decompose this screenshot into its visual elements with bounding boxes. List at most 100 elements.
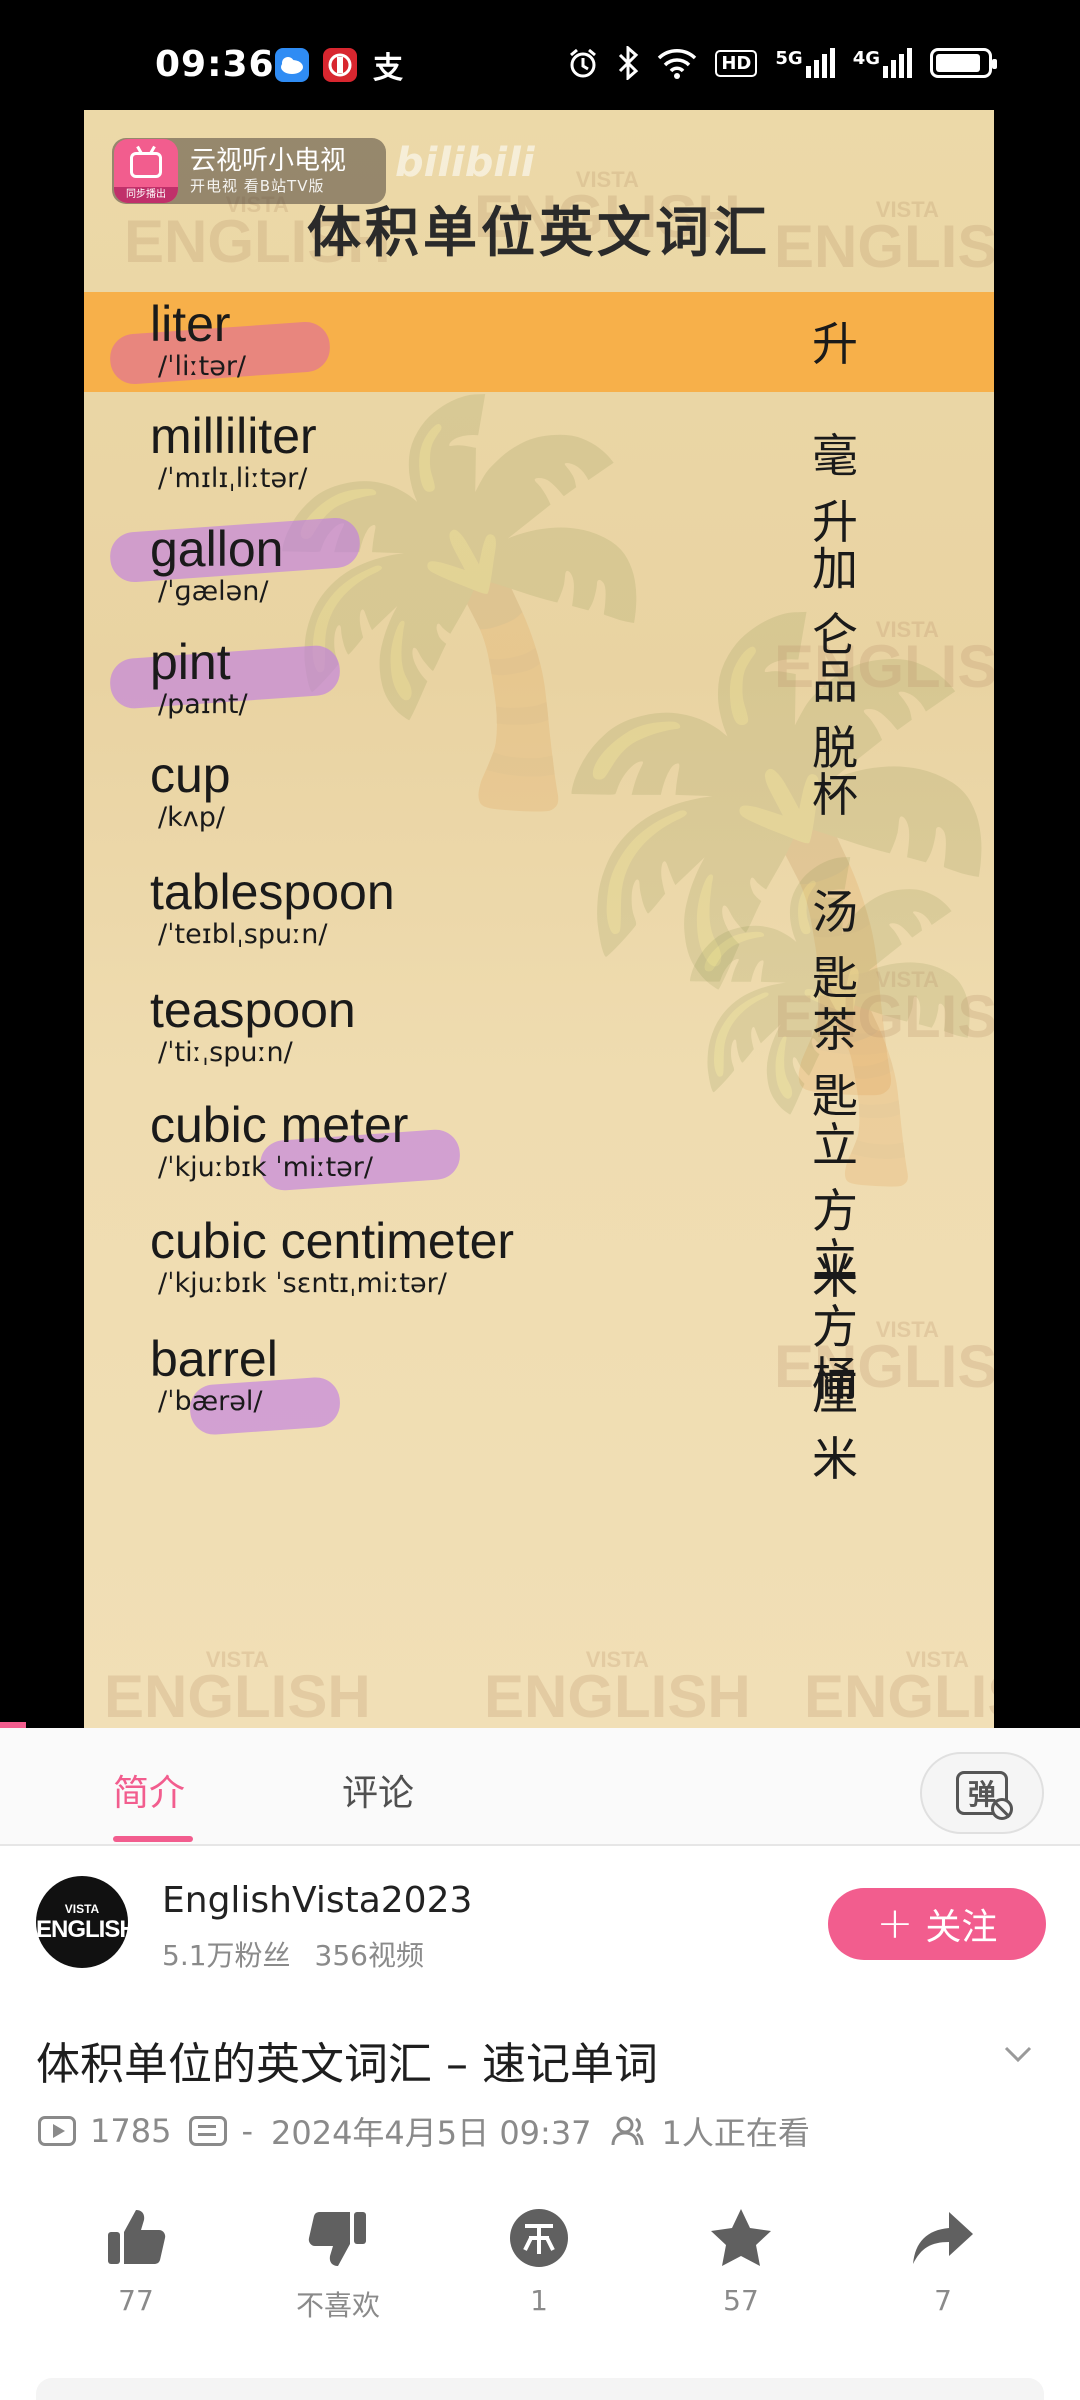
tv-cast-badge[interactable]: 同步播出 云视听小电视 开电视 看B站TV版 — [112, 138, 386, 204]
viewers-icon — [611, 2116, 644, 2146]
video-meta: 1785 - 2024年4月5日 09:37 1人正在看 — [38, 2108, 828, 2154]
publish-date: 2024年4月5日 09:37 — [270, 2114, 592, 2152]
danmaku-off-icon: 弹 — [956, 1771, 1013, 1820]
like-count: 77 — [118, 2284, 154, 2317]
play-count-icon — [38, 2116, 76, 2146]
dislike-button[interactable]: 不喜欢 — [268, 2206, 408, 2324]
vocab-phonetic: /ˈtiːˌspuːn/ — [158, 1037, 293, 1068]
bilibili-watermark: bilibili — [395, 140, 535, 186]
danmaku-count-icon — [189, 2116, 228, 2146]
vocab-phonetic: /ˈkjuːbɪk ˈmiːtər/ — [158, 1152, 373, 1183]
star-icon — [711, 2209, 771, 2266]
bank-icon — [323, 48, 357, 82]
cast-badge-subtitle: 开电视 看B站TV版 — [190, 177, 325, 195]
vocab-word: milliliter — [150, 408, 317, 464]
danmaku-toggle-button[interactable]: 弹 — [920, 1752, 1044, 1834]
share-count: 7 — [934, 2284, 952, 2317]
follow-label: 关注 — [925, 1907, 998, 1948]
hd-icon: HD — [715, 49, 758, 77]
vocab-word: liter — [150, 296, 231, 352]
vocab-word: gallon — [150, 521, 284, 577]
vocab-phonetic: /ˈɡælən/ — [158, 576, 269, 607]
coin-button[interactable]: 1 — [469, 2206, 609, 2317]
video-title: 体积单位的英文词汇 – 速记单词 — [36, 2039, 658, 2090]
tab-bar: 简介 评论 弹 — [0, 1728, 1080, 1846]
uploader-stats: 5.1万粉丝 356视频 — [162, 1934, 424, 1974]
vocab-item: milliliter/ˈmɪlɪˌliːtər/毫升 — [150, 408, 858, 549]
uploader-avatar[interactable]: VISTA ENGLISH — [36, 1876, 137, 1968]
vocab-word: pint — [150, 634, 231, 690]
thumbs-up-icon — [108, 2210, 166, 2264]
follow-button[interactable]: + 关注 — [828, 1888, 1046, 1960]
4g-signal-icon: 4G — [853, 48, 912, 78]
like-button[interactable]: 77 — [66, 2206, 206, 2317]
vocab-item: teaspoon/ˈtiːˌspuːn/茶匙 — [150, 982, 858, 1123]
chevron-down-icon[interactable] — [1002, 2038, 1034, 2070]
wifi-icon — [658, 49, 697, 79]
vocab-item: cubic meter/ˈkjuːbɪk ˈmiːtər/立方米 — [150, 1097, 858, 1304]
vocab-item: barrel/ˈbærəl/桶 — [150, 1331, 858, 1437]
share-button[interactable]: 7 — [873, 2206, 1013, 2317]
danmaku-count: - — [241, 2112, 253, 2150]
vocab-item: cup/kʌp/杯 — [150, 747, 858, 833]
tab-intro[interactable]: 简介 — [113, 1764, 185, 1816]
vocab-word: cubic meter — [150, 1097, 409, 1153]
vocab-phonetic: /ˈmɪlɪˌliːtər/ — [158, 463, 308, 494]
status-time: 09:36 — [155, 44, 275, 85]
vocab-translation: 汤匙 — [812, 885, 858, 1005]
bluetooth-icon — [619, 46, 639, 80]
alarm-icon — [570, 48, 597, 78]
dislike-label: 不喜欢 — [295, 2289, 380, 2322]
vocab-phonetic: /ˈbærəl/ — [158, 1386, 263, 1417]
watching-count: 1人正在看 — [661, 2114, 810, 2152]
vocab-word: barrel — [150, 1331, 278, 1387]
tv-app-icon: 同步播出 — [114, 139, 178, 203]
vocab-word: cubic centimeter — [150, 1213, 515, 1269]
watermark: VISTAENGLISH — [774, 967, 994, 1050]
vocab-translation: 升 — [812, 317, 858, 371]
fans-count: 5.1万粉丝 — [162, 1939, 291, 1972]
vocab-phonetic: /paɪnt/ — [158, 689, 248, 720]
next-section-card — [36, 2378, 1044, 2400]
watermark: VISTAENGLISH — [104, 1647, 371, 1728]
watermark: VISTAENGLISH — [774, 1317, 994, 1400]
coin-icon — [510, 2209, 568, 2267]
status-bar: 09:36 支 HD 5G 4G — [0, 0, 1080, 110]
weather-icon — [275, 48, 309, 82]
watermark: VISTAENGLISH — [774, 617, 994, 700]
active-tab-underline — [113, 1836, 193, 1842]
vocab-phonetic: /ˈliːtər/ — [158, 351, 247, 382]
uploader-name[interactable]: EnglishVista2023 — [162, 1880, 472, 1921]
video-count: 356视频 — [314, 1939, 424, 1972]
status-app-icons: 支 — [275, 48, 405, 86]
vocab-item: gallon/ˈɡælən/加仑 — [108, 516, 858, 662]
tab-comments[interactable]: 评论 — [342, 1764, 414, 1816]
vocab-item: tablespoon/ˈteɪblˌspuːn/汤匙 — [150, 864, 858, 1005]
vocab-phonetic: /ˈkjuːbɪk ˈsɛntɪˌmiːtər/ — [158, 1268, 447, 1299]
battery-fill — [936, 54, 981, 72]
vocab-item: cubic centimeter/ˈkjuːbɪk ˈsɛntɪˌmiːtər/… — [150, 1213, 858, 1486]
plus-icon: + — [876, 1898, 914, 1949]
5g-signal-icon: 5G — [775, 48, 835, 78]
status-right-icons: HD 5G 4G — [567, 46, 997, 80]
vocab-word: cup — [150, 747, 231, 803]
favorite-count: 57 — [723, 2284, 759, 2317]
play-count: 1785 — [90, 2112, 172, 2150]
vocab-word: teaspoon — [150, 982, 356, 1038]
vocab-item: liter/ˈliːtər/升 — [108, 296, 858, 386]
share-icon — [913, 2212, 973, 2264]
battery-icon — [930, 48, 997, 78]
coin-count: 1 — [530, 2284, 548, 2317]
vocab-translation: 杯 — [812, 768, 858, 822]
alipay-icon: 支 — [373, 51, 403, 86]
watermark: VISTAENGLISH — [804, 1647, 994, 1728]
thumbs-down-icon — [308, 2212, 366, 2266]
vocab-phonetic: /kʌp/ — [158, 802, 225, 833]
vocab-translation: 茶匙 — [812, 1003, 858, 1123]
vocab-item: pint/paɪnt/品脱 — [108, 634, 858, 775]
watermark: VISTAENGLISH — [484, 1647, 751, 1728]
vocab-translation: 桶 — [812, 1352, 858, 1406]
favorite-button[interactable]: 57 — [671, 2206, 811, 2317]
vocab-phonetic: /ˈteɪblˌspuːn/ — [158, 919, 328, 950]
cast-badge-title: 云视听小电视 — [190, 146, 347, 176]
